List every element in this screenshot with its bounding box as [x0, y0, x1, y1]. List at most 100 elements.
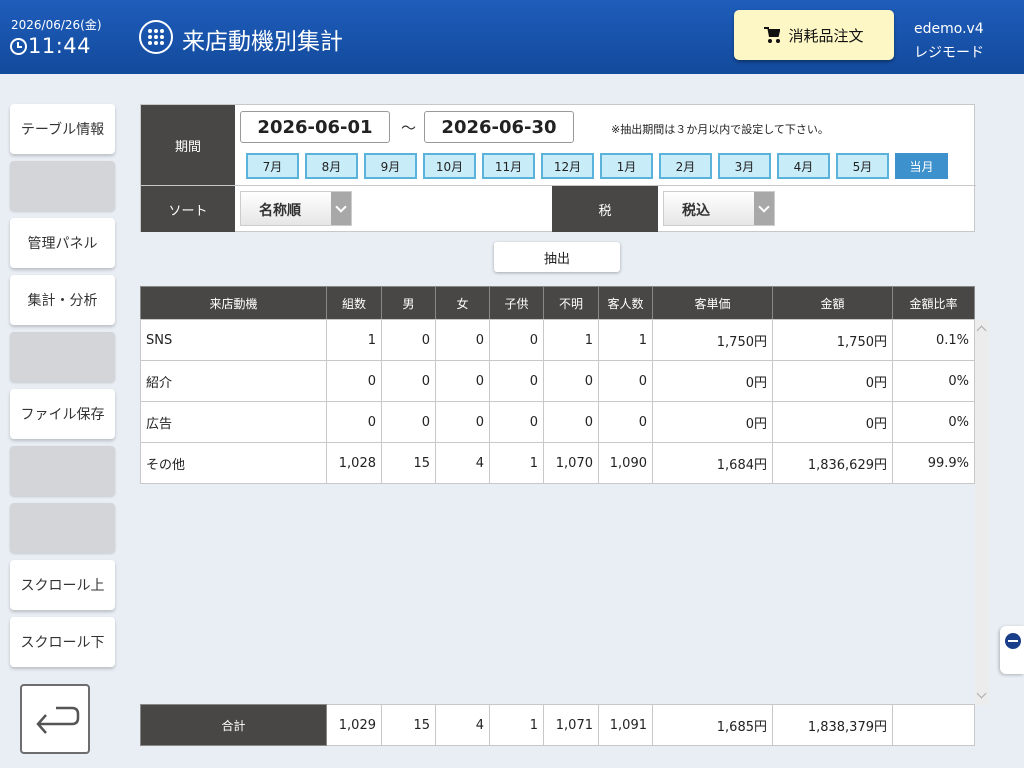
sidebar-item-scroll-down[interactable]: スクロール下 [10, 617, 115, 667]
sidebar-item-empty [10, 503, 115, 553]
filter-panel: 期間 2026-06-01 ～ 2026-06-30 ※抽出期間は３か月以内で設… [140, 104, 976, 232]
sidebar-item-empty [10, 446, 115, 496]
month-button-jul[interactable]: 7月 [246, 153, 299, 179]
table-cell: 0.1% [892, 319, 975, 361]
order-button-label: 消耗品注文 [788, 26, 864, 45]
column-header: 金額 [772, 286, 893, 320]
month-button-current[interactable]: 当月 [895, 153, 948, 179]
table-cell: 1,685円 [652, 704, 773, 746]
month-button-mar[interactable]: 3月 [718, 153, 771, 179]
tax-select-value: 税込 [682, 203, 710, 219]
remote-support-tab[interactable] [1000, 626, 1024, 674]
consumables-order-button[interactable]: 消耗品注文 [734, 10, 894, 60]
month-button-aug[interactable]: 8月 [305, 153, 358, 179]
table-cell: 0 [326, 401, 382, 443]
table-cell [892, 704, 975, 746]
column-header: 客人数 [598, 286, 653, 320]
remote-support-icon [1005, 633, 1021, 649]
table-cell: 広告 [140, 401, 327, 443]
summary-table-total: 合計 1,029 15 4 1 1,071 1,091 1,685円 1,838… [140, 704, 975, 746]
month-button-apr[interactable]: 4月 [777, 153, 830, 179]
end-date-input[interactable]: 2026-06-30 [424, 111, 574, 143]
month-button-feb[interactable]: 2月 [659, 153, 712, 179]
table-cell: 1,838,379円 [772, 704, 893, 746]
extract-button[interactable]: 抽出 [494, 242, 620, 272]
back-button[interactable] [20, 684, 90, 754]
table-row[interactable]: その他 1,028 15 4 1 1,070 1,090 1,684円 1,83… [140, 442, 975, 484]
table-cell: 0 [598, 401, 653, 443]
table-cell: 1 [326, 319, 382, 361]
table-cell: 1 [489, 442, 544, 484]
table-cell: 1,836,629円 [772, 442, 893, 484]
sidebar-item-table-info[interactable]: テーブル情報 [10, 104, 115, 154]
sidebar-item-admin-panel[interactable]: 管理パネル [10, 218, 115, 268]
table-cell: SNS [140, 319, 327, 361]
table-cell: 1,029 [326, 704, 382, 746]
sidebar-item-empty [10, 332, 115, 382]
total-row: 合計 1,029 15 4 1 1,071 1,091 1,685円 1,838… [140, 704, 975, 746]
month-button-may[interactable]: 5月 [836, 153, 889, 179]
table-cell: 0円 [652, 360, 773, 402]
table-cell: 0% [892, 360, 975, 402]
column-header: 女 [435, 286, 490, 320]
table-row[interactable]: SNS 1 0 0 0 1 1 1,750円 1,750円 0.1% [140, 319, 975, 361]
table-cell: 紹介 [140, 360, 327, 402]
table-scrollbar[interactable] [975, 320, 989, 705]
sort-select[interactable]: 名称順 [240, 191, 352, 226]
user-account: edemo.v4 [914, 21, 984, 37]
column-header: 不明 [543, 286, 599, 320]
chevron-up-icon[interactable] [976, 325, 987, 336]
menu-grid-icon[interactable] [139, 20, 173, 54]
current-date: 2026/06/26(金) [11, 18, 102, 32]
table-row[interactable]: 紹介 0 0 0 0 0 0 0円 0円 0% [140, 360, 975, 402]
month-button-jan[interactable]: 1月 [600, 153, 653, 179]
table-row[interactable]: 広告 0 0 0 0 0 0 0円 0円 0% [140, 401, 975, 443]
table-cell: 1 [598, 319, 653, 361]
user-mode: レジモード [914, 45, 984, 61]
table-cell: 1 [489, 704, 544, 746]
table-cell: 0円 [772, 401, 893, 443]
month-button-oct[interactable]: 10月 [423, 153, 476, 179]
sidebar-item-file-save[interactable]: ファイル保存 [10, 389, 115, 439]
table-cell: 1 [543, 319, 599, 361]
start-date-input[interactable]: 2026-06-01 [240, 111, 390, 143]
table-cell: 0円 [652, 401, 773, 443]
user-info: edemo.v4 レジモード [914, 17, 984, 65]
column-header: 来店動機 [140, 286, 327, 320]
month-button-sep[interactable]: 9月 [364, 153, 417, 179]
table-cell: 0 [598, 360, 653, 402]
month-button-nov[interactable]: 11月 [482, 153, 535, 179]
table-cell: 15 [381, 704, 436, 746]
chevron-down-icon [754, 192, 774, 225]
tax-select[interactable]: 税込 [663, 191, 775, 226]
table-cell: 1,090 [598, 442, 653, 484]
period-note: ※抽出期間は３か月以内で設定して下さい。 [611, 123, 829, 136]
app-header: 2026/06/26(金) 11:44 来店動機別集計 消耗品注文 edemo.… [0, 0, 1024, 74]
table-cell: 15 [381, 442, 436, 484]
chevron-down-icon[interactable] [976, 688, 987, 699]
table-cell: 0 [543, 401, 599, 443]
clock-icon [10, 38, 27, 55]
table-cell: その他 [140, 442, 327, 484]
period-label: 期間 [141, 105, 235, 185]
column-header: 客単価 [652, 286, 773, 320]
month-button-dec[interactable]: 12月 [541, 153, 594, 179]
sort-label: ソート [141, 186, 235, 232]
tax-label: 税 [552, 186, 658, 232]
summary-table-header: 来店動機 組数 男 女 子供 不明 客人数 客単価 金額 金額比率 [140, 286, 975, 320]
sidebar-item-scroll-up[interactable]: スクロール上 [10, 560, 115, 610]
table-cell: 0 [489, 319, 544, 361]
table-cell: 0 [381, 401, 436, 443]
table-cell: 0 [543, 360, 599, 402]
table-cell: 0円 [772, 360, 893, 402]
chevron-down-icon [331, 192, 351, 225]
cart-icon [764, 27, 782, 43]
table-cell: 0% [892, 401, 975, 443]
table-cell: 0 [326, 360, 382, 402]
sidebar-item-analytics[interactable]: 集計・分析 [10, 275, 115, 325]
table-cell: 0 [435, 319, 490, 361]
summary-table-body: SNS 1 0 0 0 1 1 1,750円 1,750円 0.1% 紹介 0 … [140, 319, 975, 484]
page-title: 来店動機別集計 [182, 29, 343, 55]
table-cell: 4 [435, 704, 490, 746]
table-cell: 1,070 [543, 442, 599, 484]
